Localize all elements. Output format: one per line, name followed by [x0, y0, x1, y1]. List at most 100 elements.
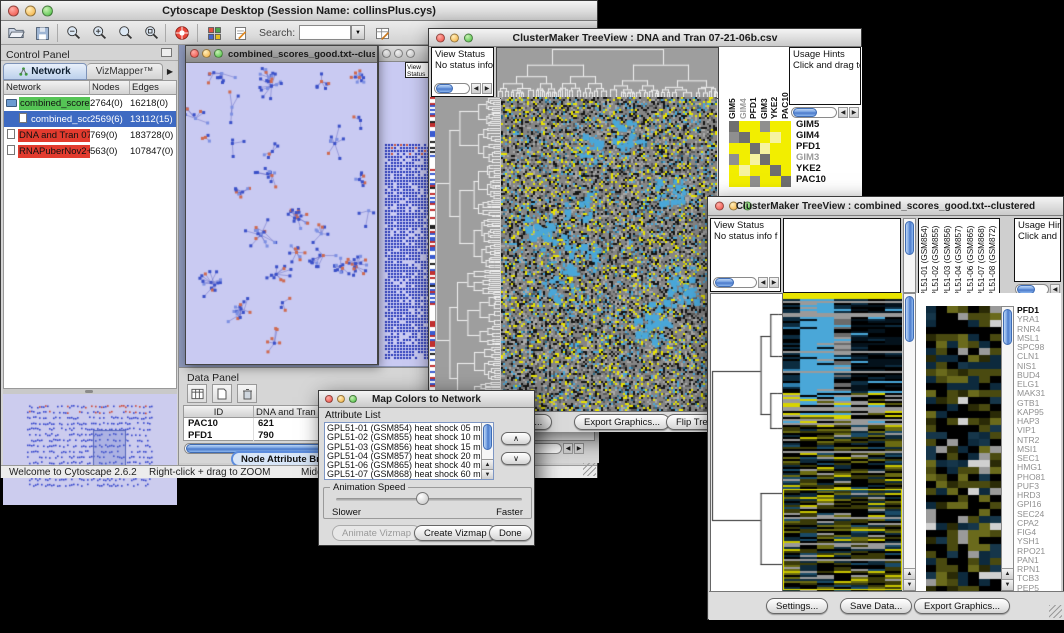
help-lifering-icon[interactable]: [171, 22, 193, 44]
gene-name[interactable]: RNR4: [1015, 325, 1061, 334]
treeview-dna-title-bar[interactable]: ClusterMaker TreeView : DNA and Tran 07-…: [429, 29, 861, 47]
background-network-window[interactable]: View Status: [378, 45, 431, 365]
gene-name[interactable]: TCB3: [1015, 574, 1061, 583]
vizmapper-icon[interactable]: [203, 22, 225, 44]
scroll-up-arrow[interactable]: ▲: [482, 459, 493, 469]
save-session-button[interactable]: [31, 22, 53, 44]
network-tree-row[interactable]: DNA and Tran 07769(0)183728(0): [4, 127, 176, 143]
usage-hints-hscrollbar[interactable]: ◀▶: [791, 107, 859, 118]
attribute-list-vscrollbar[interactable]: ▲ ▼: [481, 423, 493, 479]
gene-name[interactable]: CPA2: [1015, 519, 1061, 528]
heatmap-vscrollbar[interactable]: ▲ ▼: [903, 293, 916, 591]
gene-name[interactable]: YSH1: [1015, 537, 1061, 546]
zoom-out-icon[interactable]: [63, 22, 85, 44]
inactive-close-button[interactable]: [382, 49, 391, 58]
data-column-id[interactable]: ID: [184, 406, 254, 418]
search-dropdown-button[interactable]: ▼: [351, 25, 365, 40]
header-vscrollbar[interactable]: [903, 218, 916, 293]
gene-name[interactable]: PHO81: [1015, 473, 1061, 482]
annotation-icon[interactable]: [229, 22, 251, 44]
speed-slider-thumb[interactable]: [416, 492, 429, 505]
gene-name[interactable]: VIP1: [1015, 426, 1061, 435]
attribute-list-item[interactable]: GPL51-04 (GSM857) heat shock 20 min: [325, 452, 493, 461]
scroll-up-arrow[interactable]: ▲: [1002, 568, 1013, 579]
gene-name[interactable]: FIG4: [1015, 528, 1061, 537]
attribute-list-item[interactable]: GPL51-07 (GSM868) heat shock 60 min: [325, 470, 493, 479]
gene-name[interactable]: PUF3: [1015, 482, 1061, 491]
zoom-gene-label[interactable]: GIM5: [796, 119, 860, 130]
zoom-gene-label[interactable]: GIM4: [796, 130, 860, 141]
row-dendrogram-canvas[interactable]: [435, 97, 500, 411]
attribute-list-item[interactable]: GPL51-03 (GSM856) heat shock 15 min: [325, 443, 493, 452]
gene-list-vscrollbar[interactable]: ▲ ▼: [1001, 306, 1014, 591]
gene-name[interactable]: GPI16: [1015, 500, 1061, 509]
zoom-in-icon[interactable]: [89, 22, 111, 44]
scroll-down-arrow[interactable]: ▼: [1002, 579, 1013, 590]
gene-name[interactable]: HAP3: [1015, 417, 1061, 426]
gene-name[interactable]: MAK31: [1015, 389, 1061, 398]
gene-name[interactable]: ELG1: [1015, 380, 1061, 389]
done-button[interactable]: Done: [489, 525, 532, 541]
attribute-list-item[interactable]: GPL51-01 (GSM854) heat shock 05 min: [325, 424, 493, 433]
scroll-left-arrow[interactable]: ◀: [563, 443, 573, 454]
move-up-button[interactable]: ∧: [501, 432, 531, 445]
global-heatmap-canvas[interactable]: [783, 293, 902, 591]
network-tree-row[interactable]: combined_scores2764(0)16218(0): [4, 95, 176, 111]
resize-grip[interactable]: [1049, 605, 1062, 618]
export-graphics-button[interactable]: Export Graphics...: [574, 414, 670, 430]
attribute-list[interactable]: GPL51-01 (GSM854) heat shock 05 minGPL51…: [324, 422, 494, 480]
network-minimize-button[interactable]: [202, 49, 211, 58]
column-header-network[interactable]: Network: [4, 81, 90, 95]
search-input[interactable]: [299, 25, 351, 40]
gene-name[interactable]: NIS1: [1015, 362, 1061, 371]
network-tree-row[interactable]: RNAPuberNov2+I563(0)107847(0): [4, 143, 176, 159]
zoom-matrix[interactable]: [729, 121, 791, 187]
move-down-button[interactable]: ∨: [501, 452, 531, 465]
gene-name[interactable]: HMG1: [1015, 463, 1061, 472]
gene-name[interactable]: PAN1: [1015, 556, 1061, 565]
gene-name[interactable]: PFD1: [1015, 306, 1061, 315]
scroll-up-arrow[interactable]: ▲: [904, 568, 915, 579]
save-data-button[interactable]: Save Data...: [840, 598, 912, 614]
gene-name[interactable]: SPC98: [1015, 343, 1061, 352]
resize-grip[interactable]: [583, 463, 596, 476]
gene-name[interactable]: HRD3: [1015, 491, 1061, 500]
view-status-hscrollbar[interactable]: ◀▶: [713, 277, 779, 288]
gene-name[interactable]: KAP95: [1015, 408, 1061, 417]
gene-name[interactable]: BUD4: [1015, 371, 1061, 380]
table-icon[interactable]: [187, 384, 207, 403]
main-title-bar[interactable]: Cytoscape Desktop (Session Name: collins…: [1, 1, 597, 21]
gene-name[interactable]: RPO21: [1015, 547, 1061, 556]
gene-name[interactable]: GTB1: [1015, 399, 1061, 408]
network-tree-row[interactable]: combined_sco2569(6)13112(15): [4, 111, 176, 127]
column-dendrogram-canvas[interactable]: [496, 47, 719, 99]
network-close-button[interactable]: [190, 49, 199, 58]
network-graph-canvas[interactable]: [186, 63, 377, 364]
zoom-gene-label[interactable]: GIM3: [796, 152, 860, 163]
scroll-down-arrow[interactable]: ▼: [482, 469, 493, 479]
new-attribute-icon[interactable]: [212, 384, 232, 403]
open-session-button[interactable]: [5, 22, 27, 44]
gene-name[interactable]: YRA1: [1015, 315, 1061, 324]
speed-slider-track[interactable]: [336, 498, 522, 501]
gene-name[interactable]: CLN1: [1015, 352, 1061, 361]
zoom-selected-icon[interactable]: [141, 22, 163, 44]
zoom-heatmap-canvas[interactable]: [926, 306, 1001, 591]
row-dendrogram-canvas[interactable]: [710, 293, 783, 593]
birdseye-view-canvas[interactable]: [3, 394, 177, 505]
gene-name[interactable]: SEC1: [1015, 454, 1061, 463]
tab-overflow-arrow[interactable]: ▶: [163, 63, 177, 80]
attribute-list-item[interactable]: GPL51-02 (GSM855) heat shock 10 min: [325, 433, 493, 442]
gene-name[interactable]: NTR2: [1015, 436, 1061, 445]
create-vizmap-button[interactable]: Create Vizmap: [414, 525, 497, 541]
gene-name[interactable]: MSI1: [1015, 445, 1061, 454]
dialog-title-bar[interactable]: Map Colors to Network: [319, 391, 534, 408]
zoom-gene-label[interactable]: YKE2: [796, 163, 860, 174]
network-zoom-button[interactable]: [214, 49, 223, 58]
gene-name[interactable]: MSL1: [1015, 334, 1061, 343]
global-heatmap-canvas[interactable]: [501, 97, 717, 411]
inactive-zoom-button[interactable]: [406, 49, 415, 58]
float-panel-icon[interactable]: [161, 48, 172, 57]
attribute-browser-icon[interactable]: [371, 22, 393, 44]
column-header-edges[interactable]: Edges: [130, 81, 176, 95]
